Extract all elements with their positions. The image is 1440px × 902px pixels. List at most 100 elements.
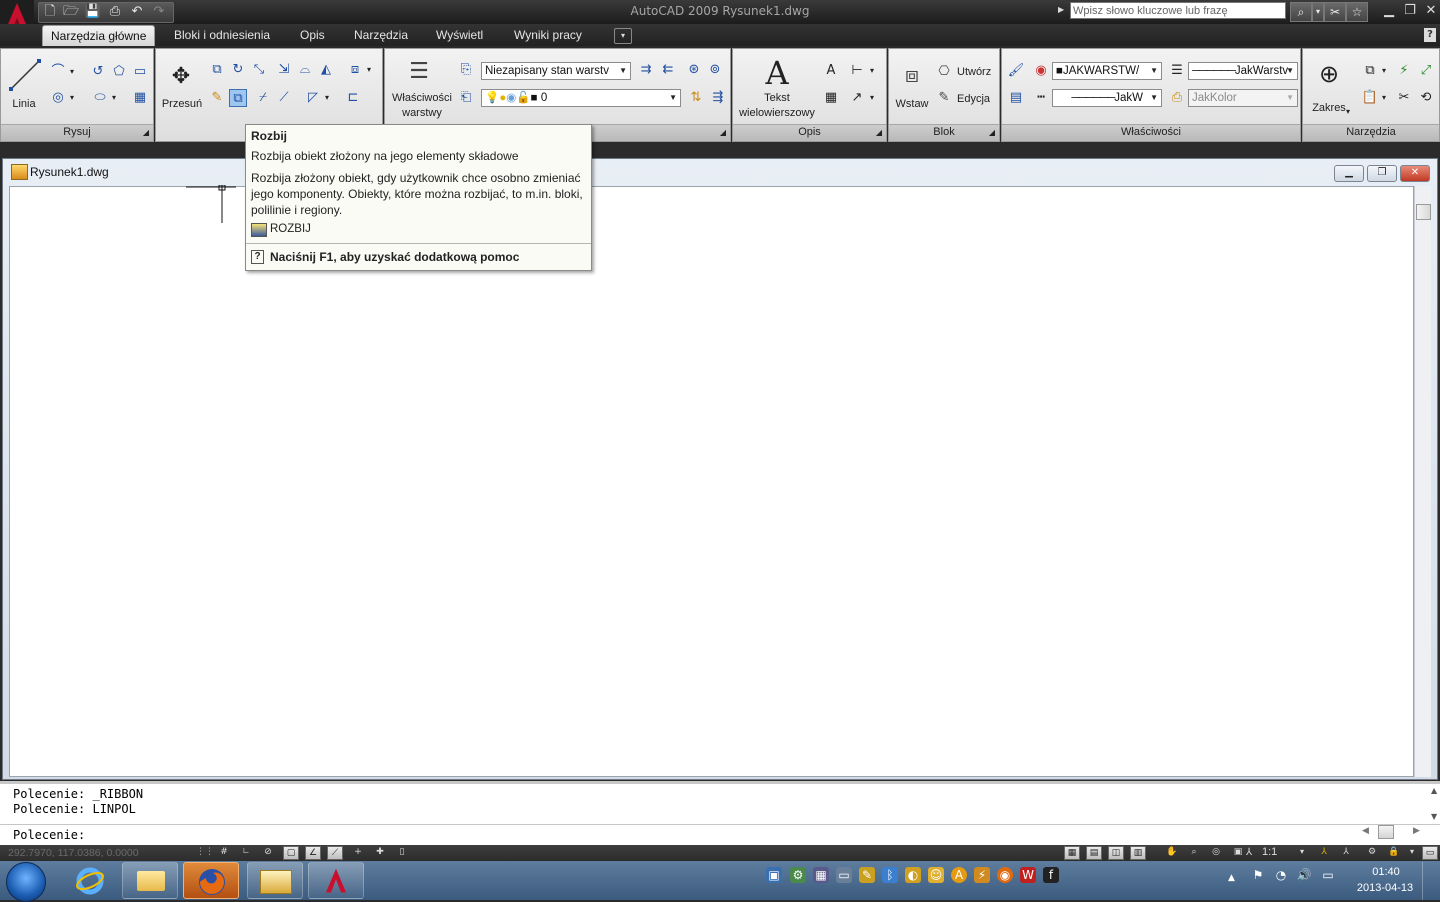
line-icon[interactable] [9, 59, 41, 91]
create-block-icon[interactable]: ⎔ [935, 63, 953, 81]
linetype-select[interactable]: ──────JakWarstv ▼ [1188, 62, 1298, 80]
scroll-right-icon[interactable]: ▶ [1413, 826, 1420, 836]
layer-merge-icon[interactable]: ⇶ [709, 89, 727, 107]
firefox-taskbar-icon[interactable] [183, 862, 239, 899]
lineweight-display-icon[interactable]: ✚ [372, 846, 388, 860]
undo-icon[interactable]: ↶ [128, 3, 146, 20]
insert-block-label[interactable]: Wstaw [891, 97, 933, 111]
scroll-up-icon[interactable]: ▲ [1431, 786, 1437, 795]
coordinate-readout[interactable]: 292.7970, 117.0386, 0.0000 [8, 847, 139, 859]
paste-dropdown-icon[interactable]: ▾ [1379, 89, 1389, 107]
close-app-icon[interactable]: ✕ [1421, 3, 1440, 19]
create-block-label[interactable]: Utwórz [957, 65, 991, 79]
clean-screen-icon[interactable]: ▭ [1422, 846, 1438, 860]
copy-icon[interactable]: ⧉ [208, 61, 226, 79]
tab-annotate[interactable]: Opis [292, 25, 333, 45]
tray-firefox-icon[interactable]: ◉ [997, 867, 1013, 883]
regen-icon[interactable]: ⟲ [1417, 89, 1435, 107]
search-input[interactable]: Wpisz słowo kluczowe lub frazę [1070, 2, 1286, 19]
tray-facebook-icon[interactable]: f [1043, 867, 1059, 883]
search-options-icon[interactable]: ▾ [1312, 2, 1324, 22]
chamfer-icon[interactable]: ◸ [304, 89, 322, 107]
tab-home[interactable]: Narzędzia główne [42, 25, 156, 46]
zoom-dropdown-icon[interactable]: ▾ [1343, 103, 1353, 121]
restore-app-icon[interactable]: ❐ [1400, 3, 1420, 19]
windows-explorer-taskbar-icon[interactable] [122, 862, 178, 899]
layer-state-select[interactable]: Niezapisany stan warstv ▼ [481, 62, 631, 80]
match-properties-icon[interactable]: 🖌 [1007, 62, 1025, 80]
multileader-icon[interactable]: ↗ [848, 89, 866, 107]
horizontal-scroll-thumb[interactable] [1378, 825, 1394, 839]
panel-block-expand-icon[interactable]: ◢ [989, 125, 995, 140]
annotation-visibility-icon[interactable]: ⅄ [1316, 846, 1332, 860]
fillet-icon[interactable]: ⌓ [296, 61, 314, 79]
move-icon[interactable]: ✥ [166, 63, 196, 91]
restore-drawing-icon[interactable]: ❐ [1367, 165, 1397, 182]
layer-select[interactable]: 💡●◉🔓■ 0 ▼ [481, 89, 681, 107]
start-button[interactable] [6, 862, 46, 902]
tray-antivirus-icon[interactable]: W [1020, 867, 1036, 883]
color-wheel-icon[interactable]: ◉ [1032, 62, 1050, 80]
layer-previous-icon[interactable]: ⇇ [659, 61, 677, 79]
quick-view-layouts-icon[interactable]: ◫ [1108, 846, 1124, 860]
volume-icon[interactable]: 🔊 [1296, 867, 1312, 883]
toolbar-lock-icon[interactable]: 🔒 [1386, 846, 1402, 860]
dynamic-input-icon[interactable]: + [350, 846, 366, 860]
annotation-scale-value[interactable]: 1:1 [1262, 846, 1277, 858]
polar-tracking-icon[interactable]: ⊘ [260, 846, 276, 860]
favorites-star-icon[interactable]: ☆ [1346, 2, 1368, 22]
pan-icon[interactable]: ✋ [1164, 846, 1180, 860]
search-expand-icon[interactable]: ▶ [1058, 5, 1064, 14]
clock-date[interactable]: 2013-04-13 [1352, 882, 1418, 894]
array-dropdown-icon[interactable]: ▾ [364, 61, 374, 79]
layout-icon[interactable]: ▤ [1086, 846, 1102, 860]
ribbon-minimize-icon[interactable]: ▾ [614, 28, 632, 44]
scale-dropdown-icon[interactable]: ▾ [1300, 847, 1304, 856]
layer-unisolate-icon[interactable]: ⊚ [706, 61, 724, 79]
lineweight-icon[interactable]: ☰ [1168, 62, 1186, 80]
layer-isolate-icon[interactable]: ⊛ [685, 61, 703, 79]
zoom-icon[interactable]: ⌕ [1186, 846, 1202, 860]
show-desktop-button[interactable] [1422, 862, 1440, 900]
panel-draw-expand-icon[interactable]: ◢ [143, 125, 149, 140]
explode-icon[interactable]: ⧉ [229, 89, 247, 107]
ortho-mode-icon[interactable]: ∟ [238, 846, 254, 860]
paste-icon[interactable]: 📋 [1361, 89, 1379, 107]
action-center-flag-icon[interactable]: ⚑ [1250, 867, 1266, 883]
dimension-icon[interactable]: ⊢ [848, 62, 866, 80]
edit-block-label[interactable]: Edycja [957, 92, 990, 106]
layer-match-icon[interactable]: ⇉ [637, 61, 655, 79]
tray-security-icon[interactable]: ◐ [905, 867, 921, 883]
linetype-icon[interactable]: ┅ [1032, 89, 1050, 107]
tab-view[interactable]: Wyświetl [428, 25, 491, 45]
object-snap-icon[interactable]: ▢ [283, 846, 299, 860]
cut-icon[interactable]: ✂ [1395, 89, 1413, 107]
circle-icon[interactable]: ◎ [49, 89, 67, 107]
move-button-label[interactable]: Przesuń [160, 97, 204, 111]
tab-output[interactable]: Wyniki pracy [506, 25, 590, 45]
quick-view-drawings-icon[interactable]: ▥ [1130, 846, 1146, 860]
command-line-area[interactable]: Polecenie: _RIBBON Polecenie: LINPOL Pol… [0, 781, 1440, 845]
insert-block-icon[interactable]: ⧈ [897, 61, 927, 91]
minimize-app-icon[interactable]: ▁ [1379, 3, 1399, 19]
multiline-text-label-2[interactable]: wielowierszowy [733, 106, 821, 120]
polyline-dropdown-icon[interactable]: ▾ [67, 63, 77, 81]
scroll-down-icon[interactable]: ▼ [1431, 812, 1437, 821]
copy-clip-icon[interactable]: ⧉ [1361, 62, 1379, 80]
model-space-icon[interactable]: ▦ [1064, 846, 1080, 860]
tray-bluetooth-icon[interactable]: ᛒ [882, 867, 898, 883]
extend-icon[interactable]: ⟋ [275, 89, 293, 107]
erase-icon[interactable]: ✎ [208, 89, 226, 107]
mirror-icon[interactable]: ◭ [317, 61, 335, 79]
new-file-icon[interactable]: 🗋 [41, 3, 59, 20]
snap-mode-icon[interactable]: ⋮⋮ [196, 846, 214, 860]
vertical-scroll-thumb[interactable] [1416, 204, 1431, 220]
print-icon[interactable]: ⎙ [106, 3, 124, 20]
save-icon[interactable]: 💾 [84, 3, 102, 20]
list-properties-icon[interactable]: ▤ [1007, 89, 1025, 107]
drawing-canvas[interactable] [9, 185, 1414, 777]
search-icon[interactable]: ⌕ [1290, 2, 1312, 22]
polygon-icon[interactable]: ⬠ [110, 63, 128, 81]
lineweight-select[interactable]: ──────JakW ▼ [1052, 89, 1162, 107]
ellipse-icon[interactable]: ⬭ [91, 89, 109, 107]
